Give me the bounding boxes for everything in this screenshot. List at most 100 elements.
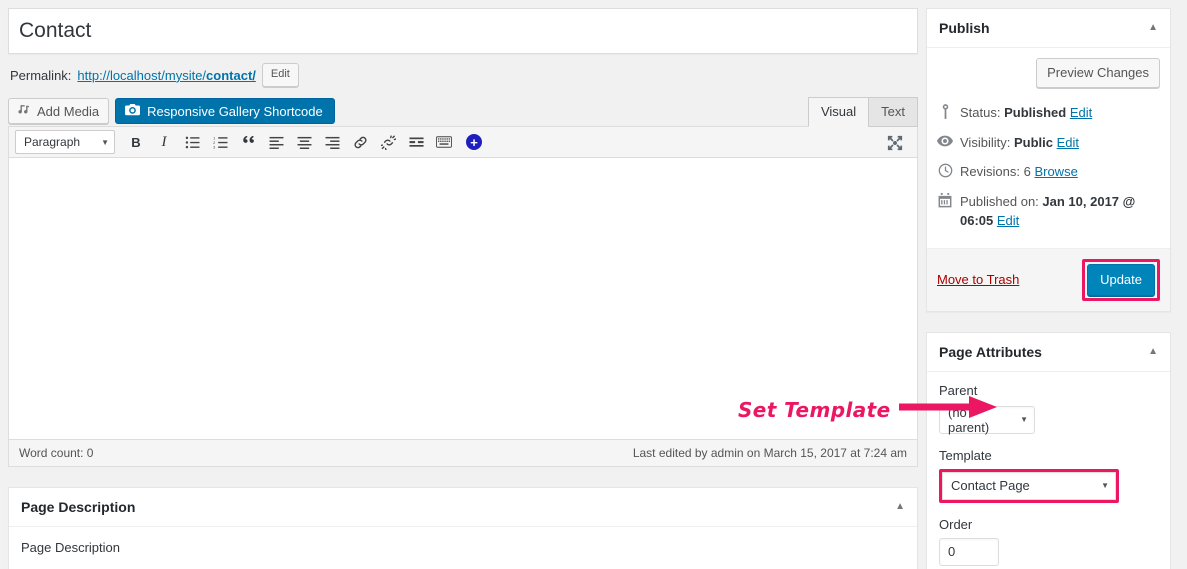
camera-icon	[125, 103, 141, 120]
permalink-row: Permalink: http://localhost/mysite/conta…	[10, 63, 918, 88]
permalink-label: Permalink:	[10, 67, 72, 83]
move-to-trash-link[interactable]: Move to Trash	[937, 272, 1019, 287]
chevron-up-icon[interactable]: ▲	[895, 502, 905, 512]
update-button-highlight: Update	[1082, 258, 1160, 301]
editor-status-bar: Word count: 0 Last edited by admin on Ma…	[9, 439, 917, 467]
visibility-value: Public	[1013, 134, 1053, 150]
publish-actions: Move to Trash Update	[927, 247, 1170, 311]
pin-icon	[937, 103, 953, 120]
revisions-browse-link[interactable]: Browse	[1034, 164, 1077, 179]
tab-visual[interactable]: Visual	[807, 97, 870, 128]
chevron-up-icon[interactable]: ▲	[1148, 23, 1158, 33]
align-right-icon[interactable]	[319, 130, 345, 154]
page-description-header[interactable]: Page Description ▲	[9, 488, 917, 528]
page-description-metabox: Page Description ▲ Page Description	[8, 487, 918, 569]
add-media-label: Add Media	[37, 103, 100, 119]
main-editor-column: Permalink: http://localhost/mysite/conta…	[0, 0, 918, 569]
revisions-label: Revisions:	[960, 164, 1020, 179]
wordpress-page-editor: Permalink: http://localhost/mysite/conta…	[0, 0, 1187, 569]
template-select-value: Contact Page	[951, 478, 1030, 493]
preview-changes-button[interactable]: Preview Changes	[1036, 58, 1160, 88]
chevron-down-icon: ▼	[1101, 481, 1109, 490]
revisions-row: Revisions: 6 Browse	[937, 157, 1160, 187]
tab-text[interactable]: Text	[868, 97, 918, 128]
word-count: Word count: 0	[19, 446, 94, 461]
calendar-icon	[937, 192, 953, 209]
paragraph-format-value: Paragraph	[24, 135, 81, 150]
editor-mode-tabs: Visual Text	[807, 97, 918, 128]
numbered-list-icon[interactable]: 123	[207, 130, 233, 154]
publish-title: Publish	[939, 20, 990, 36]
status-row: Status: Published Edit	[937, 98, 1160, 128]
preview-row: Preview Changes	[937, 58, 1160, 88]
template-label: Template	[939, 447, 992, 463]
chevron-up-icon[interactable]: ▲	[1148, 346, 1158, 357]
bulleted-list-icon[interactable]	[179, 130, 205, 154]
eye-icon	[937, 133, 953, 150]
page-attributes-header[interactable]: Page Attributes ▲	[927, 333, 1170, 372]
template-select-highlight: Contact Page ▼	[939, 468, 1119, 503]
page-description-title: Page Description	[21, 499, 136, 516]
page-attributes-body: Parent (no parent) ▼ Template Contact Pa…	[927, 372, 1170, 569]
link-icon[interactable]	[347, 130, 373, 154]
editor-toolbar: Paragraph ▼ B I 123 +	[9, 127, 917, 159]
post-title-wrapper	[8, 8, 918, 55]
visibility-row: Visibility: Public Edit	[937, 128, 1160, 158]
svg-text:2: 2	[213, 141, 215, 145]
paragraph-format-select[interactable]: Paragraph ▼	[15, 130, 115, 155]
status-label: Status:	[960, 105, 1001, 120]
parent-select-value: (no parent)	[948, 404, 990, 435]
add-media-button[interactable]: Add Media	[8, 98, 110, 125]
toolbar-toggle-icon[interactable]	[431, 130, 457, 154]
media-icon	[17, 103, 31, 120]
status-edit-link[interactable]: Edit	[1070, 105, 1092, 120]
align-left-icon[interactable]	[263, 130, 289, 154]
page-description-field-label: Page Description	[21, 540, 120, 556]
revisions-text: Revisions: 6 Browse	[960, 162, 1078, 182]
page-attributes-title: Page Attributes	[939, 343, 1042, 360]
insert-more-tag-icon[interactable]	[403, 130, 429, 154]
published-label: Published on:	[960, 193, 1039, 209]
svg-text:3: 3	[213, 145, 215, 149]
parent-select[interactable]: (no parent) ▼	[939, 404, 1035, 435]
unlink-icon[interactable]	[375, 130, 401, 154]
clock-icon	[937, 162, 953, 179]
page-description-body: Page Description	[9, 527, 917, 569]
distraction-free-writing-icon[interactable]	[883, 131, 907, 155]
published-on-text: Published on: Jan 10, 2017 @ 06:05 Edit	[960, 192, 1160, 231]
order-label: Order	[939, 516, 973, 532]
blockquote-icon[interactable]	[235, 130, 261, 154]
bold-icon[interactable]: B	[123, 130, 149, 154]
post-title-input[interactable]	[9, 9, 917, 54]
publish-box: Publish ▲ Preview Changes Status: Publis…	[926, 8, 1171, 312]
sidebar-column: Publish ▲ Preview Changes Status: Publis…	[918, 0, 1179, 569]
responsive-gallery-label: Responsive Gallery Shortcode	[147, 103, 323, 119]
publish-body: Preview Changes Status: Published Edit V…	[927, 48, 1170, 248]
italic-icon[interactable]: I	[151, 130, 177, 154]
svg-text:1: 1	[213, 136, 215, 140]
status-value: Published	[1004, 105, 1067, 120]
publish-header[interactable]: Publish ▲	[927, 9, 1170, 48]
chevron-down-icon: ▼	[101, 137, 109, 147]
permalink-edit-button[interactable]: Edit	[261, 63, 299, 88]
update-button[interactable]: Update	[1087, 263, 1155, 296]
visibility-edit-link[interactable]: Edit	[1057, 135, 1079, 150]
last-edited-info: Last edited by admin on March 15, 2017 a…	[632, 446, 907, 461]
responsive-gallery-shortcode-button[interactable]: Responsive Gallery Shortcode	[115, 98, 335, 125]
status-text: Status: Published Edit	[960, 103, 1092, 123]
content-editor: Paragraph ▼ B I 123 + Word count: 0 Last…	[8, 126, 918, 468]
permalink-link[interactable]: http://localhost/mysite/contact/	[77, 68, 255, 83]
align-center-icon[interactable]	[291, 130, 317, 154]
visibility-text: Visibility: Public Edit	[960, 133, 1079, 153]
parent-label: Parent	[939, 382, 978, 398]
order-input[interactable]	[939, 537, 999, 566]
add-block-icon[interactable]: +	[461, 130, 487, 154]
editor-content-area[interactable]	[9, 158, 917, 440]
template-select[interactable]: Contact Page ▼	[942, 471, 1116, 500]
published-on-row: Published on: Jan 10, 2017 @ 06:05 Edit	[937, 187, 1160, 236]
chevron-down-icon: ▼	[1020, 415, 1028, 424]
revisions-count: 6	[1023, 164, 1031, 179]
published-edit-link[interactable]: Edit	[997, 213, 1019, 228]
page-attributes-box: Page Attributes ▲ Parent (no parent) ▼ T…	[926, 331, 1171, 569]
visibility-label: Visibility:	[960, 134, 1011, 150]
